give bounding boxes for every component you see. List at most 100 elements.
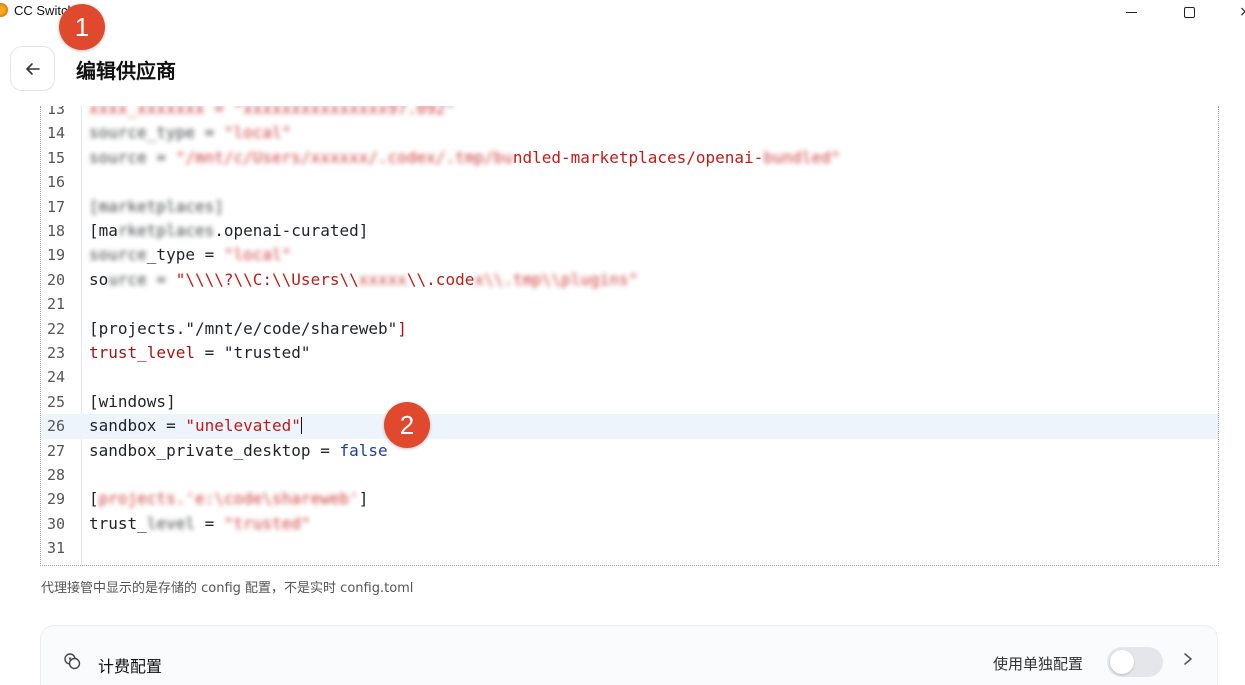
code-token: .openai-curated] xyxy=(214,221,369,240)
annotation-badge-1: 1 xyxy=(59,4,105,50)
minimize-icon xyxy=(1125,11,1137,13)
title-bar: CC Switch × xyxy=(0,0,1245,24)
code-token: [ xyxy=(89,489,99,509)
code-line[interactable]: 21 xyxy=(41,292,1218,316)
redacted-token: "trusted" xyxy=(223,513,311,533)
code-token: [ma xyxy=(89,221,118,240)
chevron-right-icon[interactable] xyxy=(1181,650,1195,668)
code-line[interactable]: 28 xyxy=(41,463,1218,487)
line-number: 31 xyxy=(46,539,65,558)
annotation-badge-2: 2 xyxy=(384,402,430,448)
coins-icon xyxy=(64,653,81,670)
line-number: 22 xyxy=(46,319,65,338)
redacted-token: [marketplaces] xyxy=(89,196,224,216)
code-line[interactable]: 31 xyxy=(41,536,1218,560)
app-logo-icon xyxy=(0,3,8,17)
code-line[interactable]: 27 sandbox_private_desktop = false xyxy=(41,439,1218,463)
redacted-token: "/mnt/c/Users/xxxxxx/.codex/.tmp/bu xyxy=(175,147,513,167)
code-text: sandbox = "unelevated" xyxy=(89,414,302,438)
separate-config-label: 使用单独配置 xyxy=(993,655,1084,673)
line-number: 28 xyxy=(46,466,65,484)
code-line[interactable]: 18 [marketplaces.openai-curated] xyxy=(41,219,1218,243)
code-line[interactable]: 30 trust_level = "trusted" xyxy=(41,512,1218,536)
code-line[interactable]: 25 [windows] xyxy=(41,390,1218,414)
line-number: 19 xyxy=(46,246,65,265)
code-line[interactable]: 23 trust_level = "trusted" xyxy=(41,341,1218,365)
redacted-token: source xyxy=(89,245,147,265)
line-number: 29 xyxy=(46,490,65,509)
redacted-token: xxxx_xxxxxxx = "xxxxxxxxxxxxxxx97.092" xyxy=(89,106,456,118)
code-text: [windows] xyxy=(89,390,176,414)
code-line[interactable]: 20 source = "\\\\?\\C:\\Users\\xxxxx\\.co… xyxy=(41,268,1218,292)
line-number: 15 xyxy=(46,148,65,167)
config-editor[interactable]: 13 xxxx_xxxxxxx = "xxxxxxxxxxxxxxx97.092"… xyxy=(40,106,1219,566)
code-line[interactable]: 15 source = "/mnt/c/Users/xxxxxx/.codex/.… xyxy=(41,146,1218,170)
line-number: 13 xyxy=(46,106,65,118)
line-number: 23 xyxy=(46,344,65,362)
code-text: trust_level = "trusted" xyxy=(89,512,311,536)
code-text: [marketplaces.openai-curated] xyxy=(89,219,368,243)
code-line[interactable]: 16 xyxy=(41,170,1218,194)
code-line[interactable]: 19 source_type = "local" xyxy=(41,243,1218,267)
redacted-token: rketplaces xyxy=(117,221,215,240)
line-number: 30 xyxy=(46,514,65,533)
code-token: trust_level xyxy=(89,343,195,362)
code-token: = "trusted" xyxy=(194,343,311,362)
line-number: 14 xyxy=(46,124,65,143)
redacted-token: "local" xyxy=(223,245,292,265)
code-token: _type = xyxy=(146,245,224,265)
code-token: [projects."/mnt/e/code/shareweb" xyxy=(89,318,398,338)
redacted-token: projects.'e:\code\shareweb' xyxy=(98,489,359,509)
code-token: "unelevated" xyxy=(185,416,301,436)
code-line[interactable]: 29 [projects.'e:\code\shareweb'] xyxy=(41,487,1218,511)
redacted-token: "local" xyxy=(223,123,292,143)
code-token: sandbox = xyxy=(89,416,186,436)
line-number: 16 xyxy=(46,173,65,192)
billing-config-card[interactable]: 计费配置 使用单独配置 xyxy=(40,625,1218,685)
code-line[interactable]: 14 source_type = "local" xyxy=(41,121,1218,145)
code-text: source = "/mnt/c/Users/xxxxxx/.codex/.tm… xyxy=(89,146,840,170)
config-hint-text: 代理接管中显示的是存储的 config 配置，不是实时 config.toml xyxy=(41,581,414,596)
code-text: trust_level = "trusted" xyxy=(89,341,311,365)
code-text: sandbox_private_desktop = false xyxy=(89,439,388,463)
line-number: 24 xyxy=(46,368,65,387)
code-token: ] xyxy=(397,318,407,338)
code-token: "\\\\?\\C:\\Users\\ xyxy=(175,269,359,289)
redacted-token: source_type = xyxy=(89,123,224,143)
code-line[interactable]: 17 [marketplaces] xyxy=(41,195,1218,219)
maximize-icon xyxy=(1183,6,1195,18)
back-button[interactable] xyxy=(10,46,55,91)
line-number: 26 xyxy=(46,417,65,436)
code-token: so xyxy=(89,269,109,289)
code-token: trust_ xyxy=(89,513,147,533)
code-token: ndled-marketplaces/openai- xyxy=(512,147,764,167)
close-button[interactable]: × xyxy=(1222,0,1245,24)
text-caret xyxy=(300,417,302,435)
maximize-button[interactable] xyxy=(1166,0,1212,24)
code-token: [windows] xyxy=(89,391,176,411)
code-token: false xyxy=(339,440,388,460)
code-line[interactable]: 22 [projects."/mnt/e/code/shareweb"] xyxy=(41,317,1218,341)
page-title: 编辑供应商 xyxy=(76,59,176,83)
redacted-token: x\\.tmp\\plugins" xyxy=(474,269,639,289)
code-text: source_type = "local" xyxy=(89,243,291,267)
code-token: \\.code xyxy=(406,269,475,289)
separate-config-toggle[interactable] xyxy=(1107,647,1163,677)
code-line[interactable]: 13 xxxx_xxxxxxx = "xxxxxxxxxxxxxxx97.092" xyxy=(41,106,1218,121)
code-text: source = "\\\\?\\C:\\Users\\xxxxx\\.code… xyxy=(89,268,638,292)
code-line[interactable]: 26 sandbox = "unelevated" xyxy=(41,414,1218,439)
code-line[interactable]: 24 xyxy=(41,365,1218,389)
toggle-knob xyxy=(1110,650,1134,674)
minimize-button[interactable] xyxy=(1108,0,1154,24)
line-number: 17 xyxy=(46,197,65,216)
line-number: 18 xyxy=(46,222,65,240)
code-token: sandbox_private_desktop = xyxy=(89,440,340,460)
code-token: ] xyxy=(358,489,369,509)
arrow-left-icon xyxy=(25,62,40,75)
code-text: [marketplaces] xyxy=(89,195,224,219)
code-text: source_type = "local" xyxy=(89,121,291,145)
billing-config-title: 计费配置 xyxy=(98,657,163,676)
redacted-token: urce = xyxy=(108,269,176,289)
code-text: [projects."/mnt/e/code/shareweb"] xyxy=(89,317,407,341)
line-number: 21 xyxy=(46,295,65,314)
